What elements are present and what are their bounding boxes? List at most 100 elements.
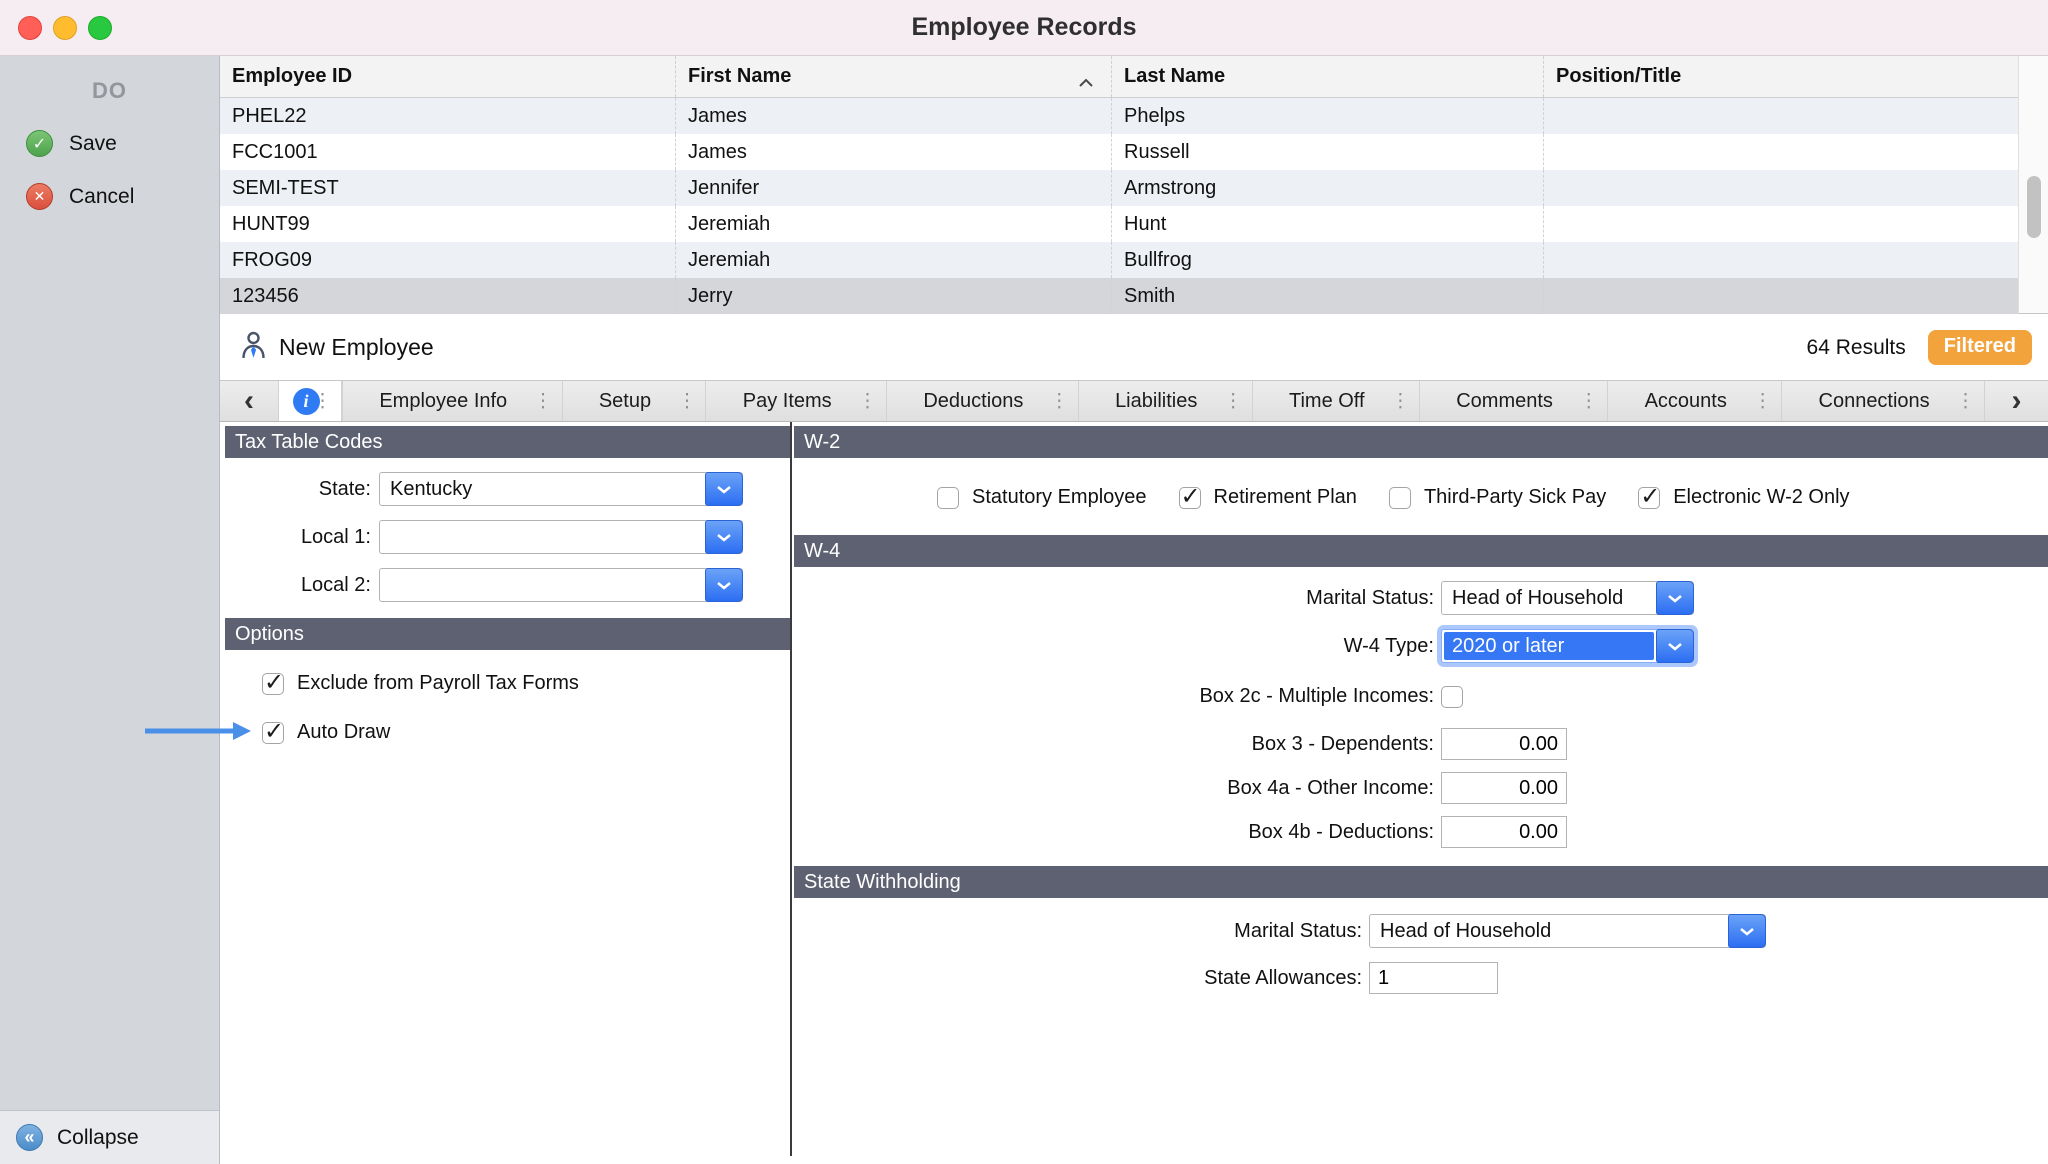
tab-liabilities[interactable]: Liabilities <box>1078 381 1252 421</box>
w4-type-dropdown-value: 2020 or later <box>1444 632 1654 660</box>
state-dropdown-value: Kentucky <box>380 478 705 501</box>
w4-type-label: W-4 Type: <box>792 635 1434 658</box>
cell-employee-id: FCC1001 <box>220 134 676 170</box>
cell-last-name: Armstrong <box>1112 170 1544 206</box>
annotation-arrow <box>145 719 251 743</box>
retirement-plan-checkbox[interactable]: ✓ <box>1179 487 1201 509</box>
left-panel: Tax Table Codes State: Kentucky Local 1: <box>220 422 790 1164</box>
tab-deductions[interactable]: Deductions <box>886 381 1078 421</box>
box4b-deductions-input[interactable] <box>1441 816 1567 848</box>
state-marital-status-label: Marital Status: <box>792 920 1362 943</box>
electronic-w2-checkbox[interactable]: ✓ <box>1638 487 1660 509</box>
local1-row: Local 1: <box>220 520 790 554</box>
auto-draw-label: Auto Draw <box>297 721 390 744</box>
electronic-w2-label: Electronic W-2 Only <box>1673 486 1849 509</box>
local2-dropdown[interactable] <box>379 568 743 602</box>
cell-last-name: Bullfrog <box>1112 242 1544 278</box>
statutory-employee-checkbox[interactable]: ✓ <box>937 487 959 509</box>
state-marital-status-dropdown[interactable]: Head of Household <box>1369 914 1766 948</box>
state-marital-status-dropdown-value: Head of Household <box>1370 920 1728 943</box>
cell-employee-id: FROG09 <box>220 242 676 278</box>
table-row[interactable]: FCC1001 James Russell <box>220 134 2018 170</box>
column-header-employee-id[interactable]: Employee ID <box>220 56 676 97</box>
table-scrollbar[interactable] <box>2018 56 2048 314</box>
local1-dropdown[interactable] <box>379 520 743 554</box>
exclude-payroll-label: Exclude from Payroll Tax Forms <box>297 672 579 695</box>
table-row[interactable]: HUNT99 Jeremiah Hunt <box>220 206 2018 242</box>
section-header-options: Options <box>225 618 790 650</box>
tab-setup[interactable]: Setup <box>562 381 706 421</box>
state-label: State: <box>220 478 371 501</box>
table-row[interactable]: FROG09 Jeremiah Bullfrog <box>220 242 2018 278</box>
box4a-other-income-input[interactable] <box>1441 772 1567 804</box>
dropdown-button[interactable] <box>705 472 743 506</box>
cell-last-name: Smith <box>1112 278 1544 314</box>
box2c-checkbox[interactable]: ✓ <box>1441 686 1463 708</box>
electronic-w2-group: ✓ Electronic W-2 Only <box>1638 486 1849 509</box>
column-header-last-name[interactable]: Last Name <box>1112 56 1544 97</box>
state-row: State: Kentucky <box>220 472 790 506</box>
save-check-icon: ✓ <box>26 130 53 157</box>
collapse-button[interactable]: « Collapse <box>0 1110 219 1164</box>
dropdown-button[interactable] <box>1656 629 1694 663</box>
box3-label: Box 3 - Dependents: <box>792 733 1434 756</box>
cancel-x-icon: ✕ <box>26 183 53 210</box>
w4-type-dropdown[interactable]: 2020 or later <box>1441 629 1694 663</box>
statutory-employee-group: ✓ Statutory Employee <box>937 486 1147 509</box>
close-window-button[interactable] <box>18 16 42 40</box>
window-title: Employee Records <box>911 13 1136 42</box>
marital-status-dropdown[interactable]: Head of Household <box>1441 581 1694 615</box>
box3-dependents-input[interactable] <box>1441 728 1567 760</box>
cell-position <box>1544 206 2018 242</box>
tab-comments[interactable]: Comments <box>1419 381 1607 421</box>
third-party-sick-pay-checkbox[interactable]: ✓ <box>1389 487 1411 509</box>
w2-checkbox-row: ✓ Statutory Employee ✓ Retirement Plan ✓… <box>937 486 2048 509</box>
table-row[interactable]: SEMI-TEST Jennifer Armstrong <box>220 170 2018 206</box>
save-button[interactable]: ✓ Save <box>26 130 219 157</box>
tab-employee-info[interactable]: Employee Info <box>342 381 562 421</box>
column-header-first-name[interactable]: First Name <box>676 56 1112 97</box>
minimize-window-button[interactable] <box>53 16 77 40</box>
tab-info-selected[interactable]: i <box>278 381 342 421</box>
auto-draw-checkbox[interactable]: ✓ <box>262 722 284 744</box>
state-dropdown[interactable]: Kentucky <box>379 472 743 506</box>
collapse-chevrons-icon: « <box>16 1124 43 1151</box>
sidebar: DO ✓ Save ✕ Cancel « Collapse <box>0 56 220 1164</box>
check-icon: ✓ <box>264 668 284 697</box>
cancel-button[interactable]: ✕ Cancel <box>26 183 219 210</box>
cell-position <box>1544 170 2018 206</box>
dropdown-button[interactable] <box>705 568 743 602</box>
filtered-badge[interactable]: Filtered <box>1928 330 2032 365</box>
tab-time-off[interactable]: Time Off <box>1252 381 1419 421</box>
tabs-scroll-left-button[interactable]: ‹ <box>220 381 278 421</box>
chevron-down-icon <box>716 581 732 590</box>
scrollbar-thumb[interactable] <box>2027 176 2041 238</box>
cell-first-name: James <box>676 134 1112 170</box>
dropdown-button[interactable] <box>1728 914 1766 948</box>
dropdown-button[interactable] <box>1656 581 1694 615</box>
table-row[interactable]: PHEL22 James Phelps <box>220 98 2018 134</box>
cell-employee-id: 123456 <box>220 278 676 314</box>
zoom-window-button[interactable] <box>88 16 112 40</box>
chevron-left-icon: ‹ <box>244 384 254 418</box>
cell-first-name: Jerry <box>676 278 1112 314</box>
column-header-position-title[interactable]: Position/Title <box>1544 56 2018 97</box>
tabs-scroll-right-button[interactable]: › <box>1984 381 2048 421</box>
w4-type-row: W-4 Type: 2020 or later <box>792 629 2048 663</box>
cell-employee-id: PHEL22 <box>220 98 676 134</box>
tab-accounts[interactable]: Accounts <box>1607 381 1781 421</box>
dropdown-button[interactable] <box>705 520 743 554</box>
tab-pay-items[interactable]: Pay Items <box>705 381 886 421</box>
section-header-w2: W-2 <box>794 426 2048 458</box>
state-allowances-label: State Allowances: <box>792 967 1362 990</box>
tab-connections[interactable]: Connections <box>1781 381 1984 421</box>
box2c-row: Box 2c - Multiple Incomes: ✓ <box>792 685 2048 708</box>
chevron-right-icon: › <box>2012 384 2022 418</box>
box4a-label: Box 4a - Other Income: <box>792 777 1434 800</box>
box4b-label: Box 4b - Deductions: <box>792 821 1434 844</box>
chevron-down-icon <box>716 485 732 494</box>
exclude-payroll-checkbox[interactable]: ✓ <box>262 673 284 695</box>
cell-position <box>1544 98 2018 134</box>
table-row-selected[interactable]: 123456 Jerry Smith <box>220 278 2018 314</box>
state-allowances-input[interactable] <box>1369 962 1498 994</box>
